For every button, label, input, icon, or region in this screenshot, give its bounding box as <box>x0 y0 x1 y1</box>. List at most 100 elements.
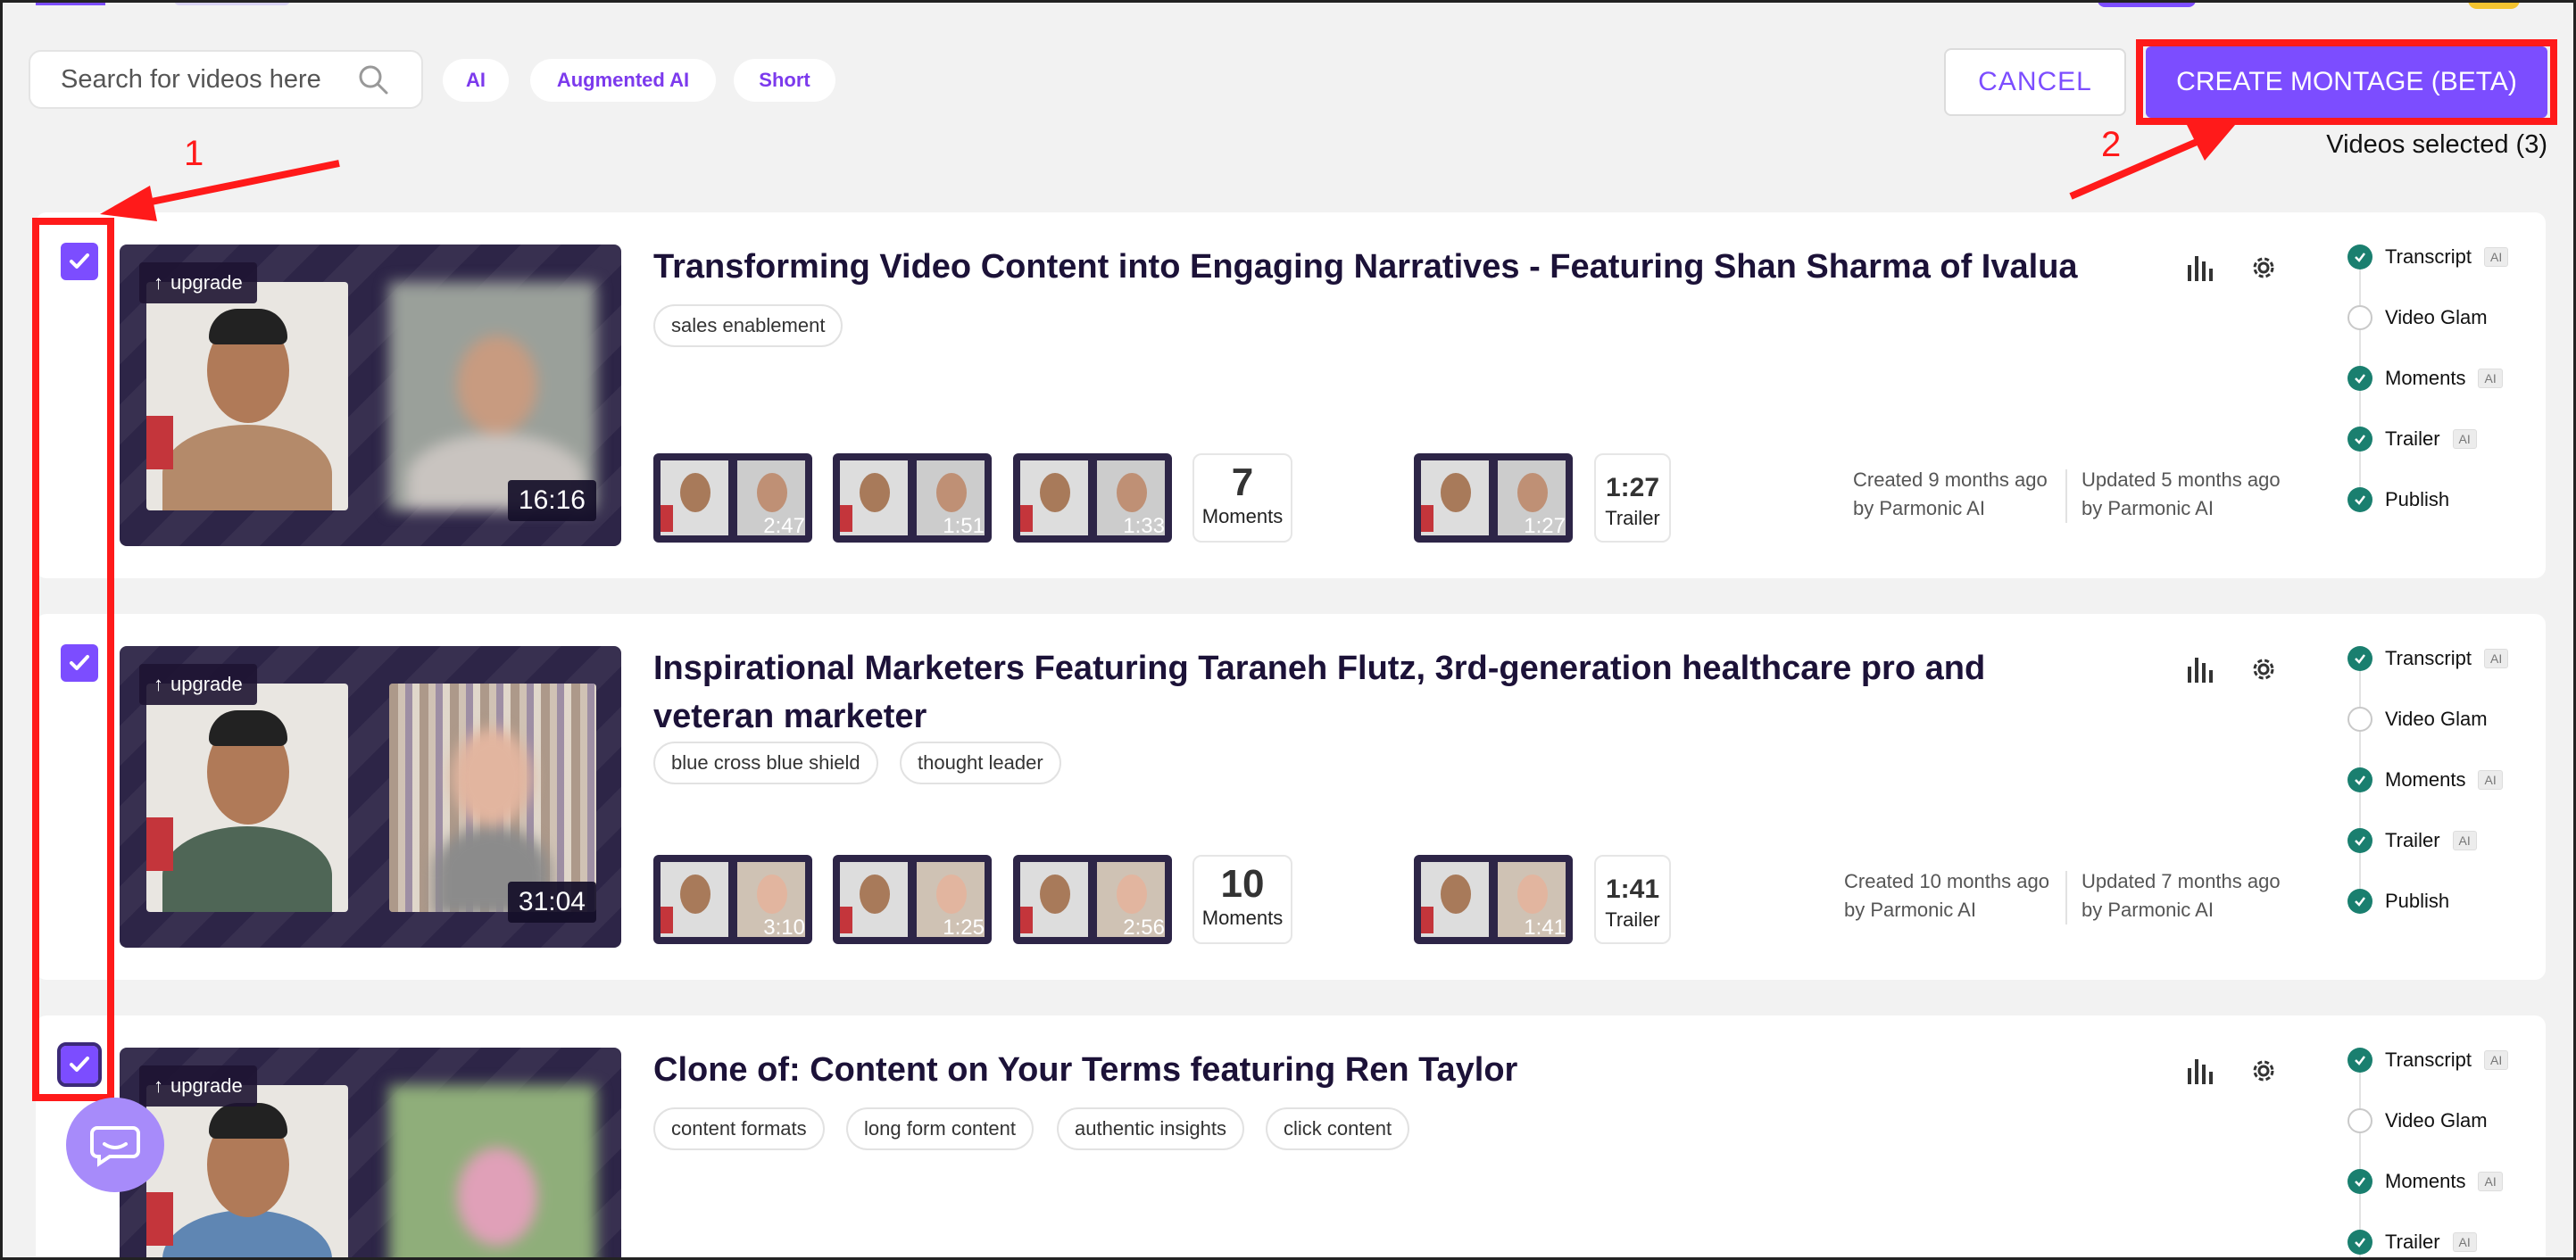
step-transcript[interactable]: Transcript AI <box>2347 1042 2509 1078</box>
check-circle-icon <box>2347 487 2372 512</box>
upgrade-badge[interactable]: ↑ upgrade <box>139 664 257 705</box>
step-label: Trailer <box>2385 1231 2440 1253</box>
upgrade-badge[interactable]: ↑ upgrade <box>139 1065 257 1107</box>
search-placeholder: Search for videos here <box>61 64 321 94</box>
moment-thumbnail[interactable]: 3:10 <box>653 855 812 944</box>
step-video-glam[interactable]: Video Glam <box>2347 1103 2488 1139</box>
video-tag: authentic insights <box>1057 1107 1244 1150</box>
updated-info: Updated 7 months ago by Parmonic AI <box>2082 867 2281 924</box>
step-trailer[interactable]: Trailer AI <box>2347 823 2477 858</box>
settings-gear-icon[interactable] <box>2246 250 2281 286</box>
moments-count[interactable]: 7 Moments <box>1192 453 1292 543</box>
check-circle-icon <box>2347 1230 2372 1255</box>
step-trailer[interactable]: Trailer AI <box>2347 1224 2477 1260</box>
video-duration: 16:16 <box>507 480 596 521</box>
annotation-label-1: 1 <box>184 134 204 173</box>
created-by: by Parmonic AI <box>1844 899 1976 921</box>
moment-thumbnail[interactable]: 2:56 <box>1013 855 1172 944</box>
check-circle-icon <box>2347 366 2372 391</box>
ai-badge: AI <box>2452 429 2477 449</box>
step-label: Transcript <box>2385 245 2472 268</box>
moment-duration: 2:47 <box>763 514 805 538</box>
filter-chip-ai[interactable]: AI <box>443 59 509 102</box>
step-video-glam[interactable]: Video Glam <box>2347 300 2488 336</box>
step-publish[interactable]: Publish <box>2347 482 2449 518</box>
filter-chip-short[interactable]: Short <box>734 59 835 102</box>
video-thumbnail[interactable]: ↑ upgrade 31:04 <box>120 646 621 948</box>
moment-duration: 1:33 <box>1123 514 1165 538</box>
moments-count-value: 10 <box>1220 862 1265 906</box>
video-thumbnail[interactable]: ↑ upgrade <box>120 1048 621 1260</box>
check-circle-icon <box>2347 828 2372 853</box>
annotation-label-2: 2 <box>2101 125 2122 164</box>
search-input[interactable]: Search for videos here <box>29 50 423 109</box>
annotation-arrow-2 <box>2069 125 2235 200</box>
settings-gear-icon[interactable] <box>2246 1053 2281 1089</box>
step-trailer[interactable]: Trailer AI <box>2347 421 2477 457</box>
search-icon <box>359 65 388 95</box>
guest-video-frame <box>389 282 596 510</box>
video-tag: thought leader <box>900 742 1061 784</box>
moment-thumbnail[interactable]: 1:33 <box>1013 453 1172 543</box>
step-label: Video Glam <box>2385 1109 2488 1132</box>
step-label: Moments <box>2385 768 2466 791</box>
moments-count[interactable]: 10 Moments <box>1192 855 1292 944</box>
highlight-box-create <box>2136 39 2557 125</box>
step-video-glam[interactable]: Video Glam <box>2347 701 2488 737</box>
settings-gear-icon[interactable] <box>2246 651 2281 687</box>
step-moments[interactable]: Moments AI <box>2347 1164 2503 1199</box>
trailer-length: 1:41 <box>1605 875 1660 904</box>
moment-thumbnail[interactable]: 1:25 <box>833 855 992 944</box>
trailer-info[interactable]: 1:41 Trailer <box>1594 855 1671 944</box>
meta-divider <box>2065 469 2067 523</box>
created-by: by Parmonic AI <box>1853 497 1985 519</box>
trailer-info[interactable]: 1:27 Trailer <box>1594 453 1671 543</box>
video-title[interactable]: Clone of: Content on Your Terms featurin… <box>653 1046 2117 1094</box>
step-moments[interactable]: Moments AI <box>2347 762 2503 798</box>
cancel-button[interactable]: CANCEL <box>1944 48 2126 116</box>
step-transcript[interactable]: Transcript AI <box>2347 239 2509 275</box>
step-label: Publish <box>2385 488 2450 510</box>
trailer-length: 1:27 <box>1605 473 1660 502</box>
analytics-icon[interactable] <box>2181 651 2217 687</box>
step-publish[interactable]: Publish <box>2347 883 2449 919</box>
trailer-thumbnail[interactable]: 1:27 <box>1414 453 1573 543</box>
empty-circle-icon <box>2347 305 2372 330</box>
step-label: Transcript <box>2385 1049 2472 1071</box>
video-title[interactable]: Transforming Video Content into Engaging… <box>653 243 2117 291</box>
video-title[interactable]: Inspirational Marketers Featuring Tarane… <box>653 644 2082 741</box>
moments-count-label: Moments <box>1201 505 1284 527</box>
step-label: Trailer <box>2385 427 2440 450</box>
host-video-frame <box>146 684 348 912</box>
upgrade-label: upgrade <box>170 673 243 695</box>
check-circle-icon <box>2347 889 2372 914</box>
check-circle-icon <box>2347 427 2372 452</box>
moment-duration: 1:51 <box>943 514 985 538</box>
analytics-icon[interactable] <box>2181 250 2217 286</box>
step-label: Video Glam <box>2385 708 2488 730</box>
check-circle-icon <box>2347 1048 2372 1073</box>
ai-badge: AI <box>2452 831 2477 850</box>
analytics-icon[interactable] <box>2181 1053 2217 1089</box>
top-button <box>2098 0 2196 7</box>
ai-badge: AI <box>2478 1172 2503 1191</box>
arrow-up-icon: ↑ <box>154 673 163 695</box>
trailer-duration: 1:27 <box>1524 514 1566 538</box>
guest-video-frame <box>389 684 596 912</box>
upgrade-label: upgrade <box>170 1074 243 1097</box>
meta-divider <box>2065 871 2067 924</box>
created-text: Created 9 months ago <box>1853 468 2048 491</box>
step-moments[interactable]: Moments AI <box>2347 361 2503 396</box>
moment-duration: 3:10 <box>763 916 805 940</box>
moment-thumbnail[interactable]: 1:51 <box>833 453 992 543</box>
filter-chip-augmented-ai[interactable]: Augmented AI <box>530 59 716 102</box>
video-thumbnail[interactable]: ↑ upgrade 16:16 <box>120 245 621 546</box>
trailer-thumbnail[interactable]: 1:41 <box>1414 855 1573 944</box>
step-transcript[interactable]: Transcript AI <box>2347 641 2509 676</box>
moment-duration: 2:56 <box>1123 916 1165 940</box>
chat-support-button[interactable] <box>66 1098 164 1192</box>
moment-thumbnail[interactable]: 2:47 <box>653 453 812 543</box>
check-circle-icon <box>2347 1169 2372 1194</box>
ai-badge: AI <box>2483 247 2509 267</box>
upgrade-badge[interactable]: ↑ upgrade <box>139 262 257 303</box>
